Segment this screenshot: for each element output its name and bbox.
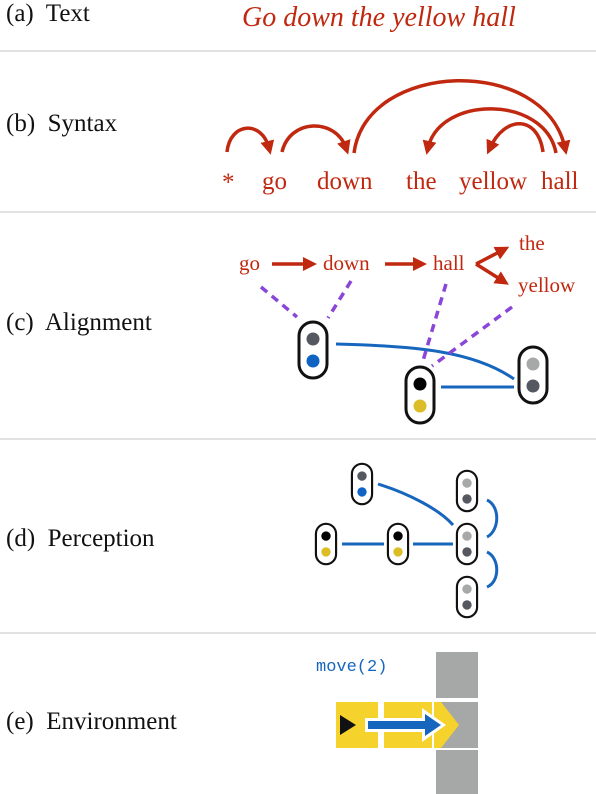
align-word-down: down xyxy=(323,251,370,275)
grid-cell-bottom xyxy=(436,750,478,794)
node-top-dot xyxy=(413,377,427,391)
percep-edge-hub-bottom xyxy=(486,550,499,589)
percep-node-yellow-1 xyxy=(314,522,338,566)
arc-hall-yellow xyxy=(486,122,545,155)
percep-node-hub xyxy=(455,522,479,566)
alignment-nodes xyxy=(297,320,549,425)
node-top-dot xyxy=(462,584,472,594)
percep-edge-top-hub xyxy=(486,498,499,539)
arc-go-down xyxy=(280,124,351,155)
node-bottom-dot xyxy=(357,487,367,497)
percep-node-top xyxy=(455,469,479,513)
node-bottom-dot xyxy=(462,600,472,610)
syntax-arcs xyxy=(225,79,571,155)
node-bottom-dot xyxy=(462,547,472,557)
node-bottom-dot xyxy=(462,494,472,504)
instruction-sentence: Go down the yellow hall xyxy=(242,2,516,33)
node-top-dot xyxy=(357,471,367,481)
node-bottom-dot xyxy=(413,399,427,413)
chain-hall-yellow xyxy=(475,262,509,285)
node-top-dot xyxy=(462,531,472,541)
arc-down-hall xyxy=(352,79,571,155)
grid-cell-top xyxy=(436,652,478,698)
token-down: down xyxy=(317,168,373,195)
align-node-blue xyxy=(297,320,329,380)
node-top-dot xyxy=(321,531,331,541)
align-link-go xyxy=(259,285,299,319)
node-top-dot xyxy=(393,531,403,541)
align-link-down xyxy=(326,280,353,319)
align-node-yellow xyxy=(404,365,436,425)
token-root: * xyxy=(222,169,235,196)
percep-node-blue xyxy=(350,462,374,506)
chain-hall-the xyxy=(475,246,510,266)
align-word-yellow: yellow xyxy=(518,273,576,297)
node-bottom-dot xyxy=(321,547,331,557)
align-word-the: the xyxy=(519,231,545,255)
arc-root-go xyxy=(225,126,275,155)
node-casing xyxy=(386,522,410,566)
node-casing xyxy=(455,522,479,566)
align-word-go: go xyxy=(239,251,260,275)
node-casing xyxy=(350,462,374,506)
node-casing xyxy=(314,522,338,566)
token-the: the xyxy=(406,168,437,195)
figure-canvas: Go down the yellow hall * go down the ye… xyxy=(222,2,579,794)
node-casing xyxy=(297,320,329,380)
perception-nodes xyxy=(314,462,479,619)
alignment-chain-arrows xyxy=(272,246,510,285)
node-bottom-dot xyxy=(306,354,320,368)
token-hall: hall xyxy=(541,168,579,195)
node-casing xyxy=(517,345,549,405)
node-top-dot xyxy=(526,357,540,371)
align-node-gray xyxy=(517,345,549,405)
percep-node-bottom xyxy=(455,575,479,619)
node-casing xyxy=(455,469,479,513)
token-yellow: yellow xyxy=(459,168,527,195)
node-bottom-dot xyxy=(526,379,540,393)
align-link-yellow xyxy=(430,305,514,368)
action-label: move(2) xyxy=(316,658,387,677)
node-casing xyxy=(404,365,436,425)
percep-edge-blue-hub xyxy=(377,482,455,527)
syntax-tokens: * go down the yellow hall xyxy=(222,168,579,196)
node-top-dot xyxy=(462,478,472,488)
node-bottom-dot xyxy=(393,547,403,557)
align-word-hall: hall xyxy=(433,251,465,275)
token-go: go xyxy=(262,168,287,195)
node-casing xyxy=(455,575,479,619)
node-top-dot xyxy=(306,332,320,346)
percep-node-yellow-2 xyxy=(386,522,410,566)
